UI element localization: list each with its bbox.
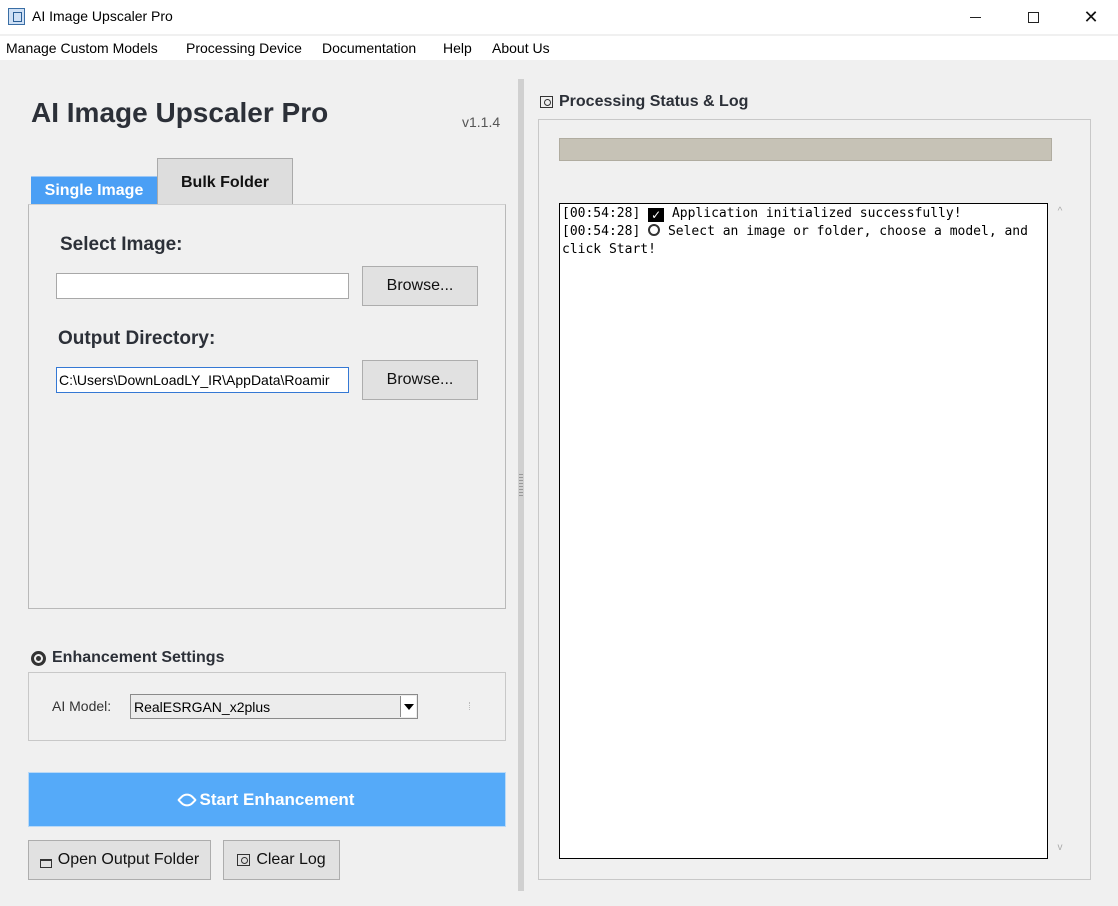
app-icon — [8, 8, 25, 25]
window-title: AI Image Upscaler Pro — [32, 8, 173, 24]
select-image-input[interactable] — [56, 273, 349, 299]
menu-help[interactable]: Help — [443, 40, 472, 56]
clear-log-button[interactable]: Clear Log — [223, 840, 340, 880]
open-output-folder-button[interactable]: Open Output Folder — [28, 840, 211, 880]
minimize-icon — [969, 16, 981, 18]
folder-icon — [39, 858, 52, 868]
log-textarea[interactable]: [00:54:28] ✓ Application initialized suc… — [559, 203, 1048, 859]
processing-status-label: Processing Status & Log — [559, 93, 749, 110]
output-directory-label: Output Directory: — [58, 328, 216, 349]
browse-image-button[interactable]: Browse... — [362, 266, 478, 306]
open-output-folder-label: Open Output Folder — [57, 851, 200, 868]
status-icon — [540, 96, 553, 108]
menu-bar: Manage Custom Models Processing Device D… — [0, 36, 1118, 60]
clear-log-label: Clear Log — [256, 851, 326, 868]
select-image-label: Select Image: — [60, 234, 183, 255]
ai-model-label: AI Model: — [52, 698, 112, 714]
log-line: [00:54:28] Select an image or folder, ch… — [562, 223, 1045, 259]
tab-bulk-folder[interactable]: Bulk Folder — [157, 158, 293, 204]
scroll-down-icon[interactable]: v — [1054, 842, 1066, 854]
log-time: [00:54:28] — [562, 224, 641, 239]
tab-single-image[interactable]: Single Image — [31, 176, 157, 205]
maximize-button[interactable] — [1010, 0, 1056, 34]
rocket-icon — [176, 789, 197, 810]
minimize-button[interactable] — [952, 0, 998, 34]
clear-log-icon — [237, 854, 251, 866]
close-icon: ✕ — [1083, 6, 1099, 27]
maximize-icon — [1027, 11, 1039, 23]
target-icon — [648, 224, 661, 236]
ai-model-select[interactable]: RealESRGAN_x2plus — [130, 694, 418, 719]
log-text: Application initialized successfully! — [671, 206, 962, 221]
log-time: [00:54:28] — [562, 206, 641, 221]
check-icon: ✓ — [648, 208, 665, 222]
ai-model-value: RealESRGAN_x2plus — [134, 699, 271, 715]
close-button[interactable]: ✕ — [1068, 0, 1114, 34]
progress-bar — [559, 138, 1052, 161]
menu-documentation[interactable]: Documentation — [322, 40, 416, 56]
title-bar: AI Image Upscaler Pro ✕ — [0, 0, 1118, 34]
page-title: AI Image Upscaler Pro — [31, 97, 329, 128]
menu-manage-custom-models[interactable]: Manage Custom Models — [6, 40, 158, 56]
processing-status-heading: Processing Status & Log — [540, 93, 748, 111]
start-enhancement-label: Start Enhancement — [199, 789, 355, 809]
resize-dot — [469, 702, 471, 710]
start-enhancement-button[interactable]: Start Enhancement — [28, 772, 506, 827]
gear-icon — [31, 650, 46, 666]
browse-output-button[interactable]: Browse... — [362, 360, 478, 400]
version-label: v1.1.4 — [462, 114, 501, 130]
chevron-down-icon[interactable] — [400, 696, 416, 717]
menu-processing-device[interactable]: Processing Device — [186, 40, 302, 56]
enhancement-settings-heading: Enhancement Settings — [31, 649, 224, 667]
log-line: [00:54:28] ✓ Application initialized suc… — [562, 205, 1045, 223]
single-image-panel — [28, 204, 506, 609]
enhancement-settings-label: Enhancement Settings — [52, 649, 225, 666]
splitter-grip[interactable] — [519, 474, 523, 498]
menu-about-us[interactable]: About Us — [492, 40, 550, 56]
output-directory-input[interactable]: C:\Users\DownLoadLY_IR\AppData\Roamir — [56, 367, 349, 393]
scroll-up-icon[interactable]: ^ — [1054, 206, 1066, 218]
